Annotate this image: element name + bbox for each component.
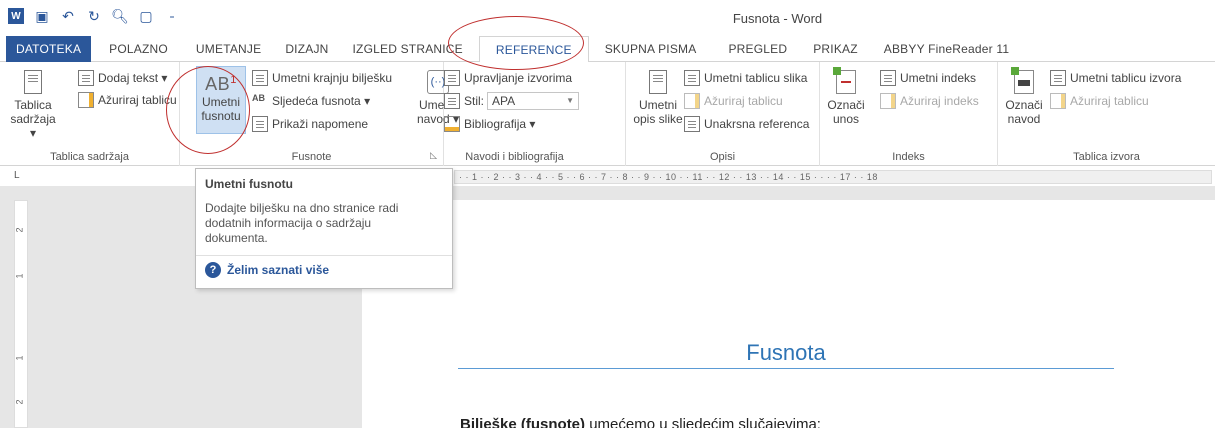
toc-icon	[24, 70, 42, 94]
tooltip-title: Umetni fusnotu	[205, 177, 293, 191]
window-title: Fusnota - Word	[732, 11, 823, 26]
insert-footnote-button[interactable]: AB1 Umetni fusnotu	[196, 66, 246, 134]
bibliography-icon	[444, 116, 460, 132]
paragraph-bold-text: Bilješke (fusnote)	[460, 416, 586, 428]
group-label-authorities: Tablica izvora	[1073, 151, 1140, 163]
update-figures-table-button[interactable]: Ažuriraj tablicu	[684, 93, 783, 109]
group-label-citations: Navodi i bibliografija	[465, 151, 564, 163]
tab-mailings[interactable]: SKUPNA PISMA	[595, 36, 707, 62]
group-table-of-contents: Tablica sadržaja ▾ Dodaj tekst ▾ Ažurira…	[0, 62, 180, 166]
ribbon: Tablica sadržaja ▾ Dodaj tekst ▾ Ažurira…	[0, 62, 1215, 166]
heading-underline	[458, 368, 1114, 369]
tab-insert[interactable]: UMETANJE	[186, 36, 271, 62]
group-citations: (··) Umetni navod ▾ Upravljanje izvorima…	[417, 62, 626, 166]
insert-table-figures-button[interactable]: Umetni tablicu slika	[684, 70, 807, 86]
horizontal-ruler[interactable]: · · 1 · · 2 · · 3 · · 4 · · 5 · · 6 · · …	[454, 170, 1212, 184]
bibliography-button[interactable]: Bibliografija ▾	[444, 116, 535, 132]
manage-sources-icon	[444, 70, 460, 86]
document-heading: Fusnota	[746, 340, 826, 365]
table-authorities-icon	[1050, 70, 1066, 86]
vertical-ruler[interactable]: 2 1 1 2	[14, 200, 28, 428]
insert-footnote-tooltip: Umetni fusnotu Dodajte bilješku na dno s…	[195, 168, 453, 289]
cross-reference-icon	[684, 116, 700, 132]
update-index-icon	[880, 93, 896, 109]
tab-references[interactable]: REFERENCE	[478, 35, 589, 63]
insert-caption-button[interactable]: Umetni opis slike	[630, 70, 686, 126]
update-authorities-table-button[interactable]: Ažuriraj tablicu	[1050, 93, 1149, 109]
tab-abbyy[interactable]: ABBYY FineReader 11	[874, 36, 1019, 62]
mark-citation-button[interactable]: Označi navod	[1002, 67, 1046, 126]
table-figures-icon	[684, 70, 700, 86]
mark-entry-button[interactable]: Označi unos	[824, 67, 868, 126]
paragraph-text: umećemo u sljedećim slučajevima:	[585, 416, 821, 428]
vruler-mark: 1	[14, 355, 25, 361]
vruler-mark: 2	[14, 227, 25, 233]
help-icon: ?	[205, 262, 221, 278]
title-bar: W ▣ ↶ ↻ 🔍︎ ▢ ₌ Fusnota - Word	[0, 0, 1215, 34]
tab-design[interactable]: DIZAJN	[275, 36, 338, 62]
update-index-button[interactable]: Ažuriraj indeks	[880, 93, 979, 109]
group-label-index: Indeks	[892, 151, 925, 163]
vruler-mark: 1	[14, 273, 25, 279]
tooltip-help-link[interactable]: ? Želim saznati više	[205, 262, 443, 278]
tab-view[interactable]: PRIKAZ	[803, 36, 868, 62]
update-table-icon	[78, 92, 94, 108]
document-workspace: 2 1 1 2 Fusnota Bilješke (fusnote) umeće…	[0, 186, 1215, 428]
update-table-button[interactable]: Ažuriraj tablicu	[78, 92, 177, 108]
group-authorities: Označi navod Umetni tablicu izvora Ažuri…	[998, 62, 1215, 166]
tab-selector[interactable]: L	[14, 170, 20, 181]
vruler-mark: 2	[14, 399, 25, 405]
insert-table-authorities-button[interactable]: Umetni tablicu izvora	[1050, 70, 1181, 86]
ribbon-tabs: DATOTEKA POLAZNO UMETANJE DIZAJN IZGLED …	[0, 35, 1215, 63]
next-footnote-icon: AB	[252, 93, 265, 103]
tab-page-layout[interactable]: IZGLED STRANICE	[343, 36, 473, 62]
insert-index-icon	[880, 70, 896, 86]
manage-sources-button[interactable]: Upravljanje izvorima	[444, 70, 572, 86]
table-of-contents-button[interactable]: Tablica sadržaja ▾	[8, 70, 58, 140]
add-text-button[interactable]: Dodaj tekst ▾	[78, 70, 167, 86]
tooltip-divider	[196, 255, 452, 256]
next-footnote-button[interactable]: AB Sljedeća fusnota ▾	[252, 93, 370, 109]
chevron-down-icon: ▼	[566, 96, 575, 105]
update-table-icon	[684, 93, 700, 109]
tab-home[interactable]: POLAZNO	[99, 36, 178, 62]
document-paragraph: Bilješke (fusnote) umećemo u sljedećim s…	[460, 416, 821, 428]
show-notes-button[interactable]: Prikaži napomene	[252, 116, 368, 132]
tab-file[interactable]: DATOTEKA	[6, 35, 92, 62]
cross-reference-button[interactable]: Unakrsna referenca	[684, 116, 809, 132]
document-page[interactable]: Fusnota Bilješke (fusnote) umećemo u slj…	[362, 200, 1215, 428]
show-notes-icon	[252, 116, 268, 132]
mark-citation-icon	[1011, 67, 1034, 94]
style-icon	[444, 93, 460, 109]
update-table-icon	[1050, 93, 1066, 109]
endnote-icon	[252, 70, 268, 86]
style-dropdown[interactable]: APA ▼	[487, 92, 580, 110]
group-index: Označi unos Umetni indeks Ažuriraj indek…	[820, 62, 998, 166]
group-label-captions: Opisi	[709, 151, 736, 163]
ruler-row: L · · 1 · · 2 · · 3 · · 4 · · 5 · · 6 · …	[0, 167, 1215, 185]
insert-endnote-button[interactable]: Umetni krajnju bilješku	[252, 70, 392, 86]
style-selector: Stil: APA ▼	[444, 92, 580, 110]
group-label-toc: Tablica sadržaja	[50, 151, 129, 163]
tooltip-description: Dodajte bilješku na dno stranice radi do…	[205, 201, 399, 245]
mark-entry-icon	[833, 67, 856, 94]
tab-review[interactable]: PREGLED	[718, 36, 797, 62]
insert-index-button[interactable]: Umetni indeks	[880, 70, 976, 86]
footnote-icon: AB1	[205, 74, 237, 94]
group-captions: Umetni opis slike Umetni tablicu slika A…	[626, 62, 820, 166]
insert-caption-icon	[649, 70, 667, 94]
add-text-icon	[78, 70, 94, 86]
